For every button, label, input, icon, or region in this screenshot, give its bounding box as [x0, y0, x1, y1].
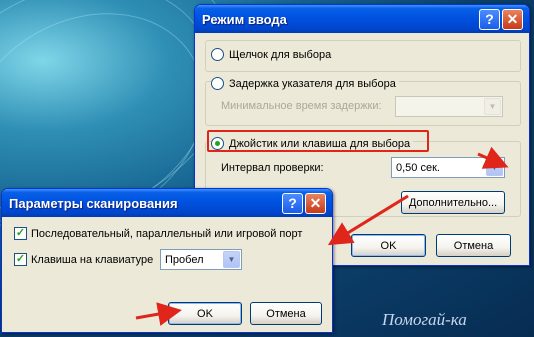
check-keyboard-option[interactable]: ✓ Клавиша на клавиатуре	[14, 253, 153, 266]
watermark: Помогай-ка	[382, 310, 467, 329]
check-ports-option[interactable]: ✓ Последовательный, параллельный или игр…	[14, 227, 302, 240]
check-keyboard[interactable]: ✓	[14, 253, 27, 266]
help-button[interactable]: ?	[479, 8, 500, 30]
scan-title: Параметры сканирования	[9, 195, 178, 211]
scan-cancel-button[interactable]: Отмена	[250, 302, 322, 325]
radio-click-option[interactable]: Щелчок для выбора	[211, 48, 331, 61]
radio-click-label: Щелчок для выбора	[229, 48, 332, 61]
interval-value: 0,50 сек.	[396, 161, 440, 174]
input-mode-titlebar[interactable]: Режим ввода ? ✕	[195, 5, 529, 33]
help-button[interactable]: ?	[282, 192, 303, 214]
check-ports[interactable]: ✓	[14, 227, 27, 240]
close-button[interactable]: ✕	[502, 8, 523, 30]
advanced-button[interactable]: Дополнительно...	[401, 191, 505, 214]
check-ports-label: Последовательный, параллельный или игров…	[31, 227, 303, 240]
input-mode-title: Режим ввода	[202, 11, 287, 27]
close-button[interactable]: ✕	[305, 192, 326, 214]
scan-settings-dialog: Параметры сканирования ? ✕ ✓ Последовате…	[1, 188, 333, 333]
interval-select[interactable]: 0,50 сек. ▼	[391, 157, 505, 178]
help-icon: ?	[288, 195, 297, 211]
scan-ok-button[interactable]: OK	[168, 302, 242, 325]
key-value: Пробел	[165, 253, 204, 266]
highlight-joystick	[207, 130, 429, 152]
chevron-down-icon: ▼	[484, 98, 501, 115]
radio-click[interactable]	[211, 48, 224, 61]
radio-hover-label: Задержка указателя для выбора	[229, 77, 396, 90]
help-icon: ?	[485, 11, 494, 27]
chevron-down-icon[interactable]: ▼	[223, 251, 240, 268]
scan-titlebar[interactable]: Параметры сканирования ? ✕	[2, 189, 332, 217]
close-icon: ✕	[506, 10, 519, 27]
mode-ok-button[interactable]: OK	[351, 234, 426, 257]
min-delay-select: ▼	[395, 96, 503, 117]
key-select[interactable]: Пробел ▼	[160, 249, 242, 270]
min-delay-label: Минимальное время задержки:	[221, 100, 382, 112]
chevron-down-icon[interactable]: ▼	[486, 159, 503, 176]
radio-hover-option[interactable]: Задержка указателя для выбора	[211, 77, 399, 90]
check-keyboard-label: Клавиша на клавиатуре	[31, 253, 154, 266]
close-icon: ✕	[309, 194, 322, 211]
mode-cancel-button[interactable]: Отмена	[436, 234, 511, 257]
interval-label: Интервал проверки:	[221, 162, 324, 174]
radio-hover[interactable]	[211, 77, 224, 90]
